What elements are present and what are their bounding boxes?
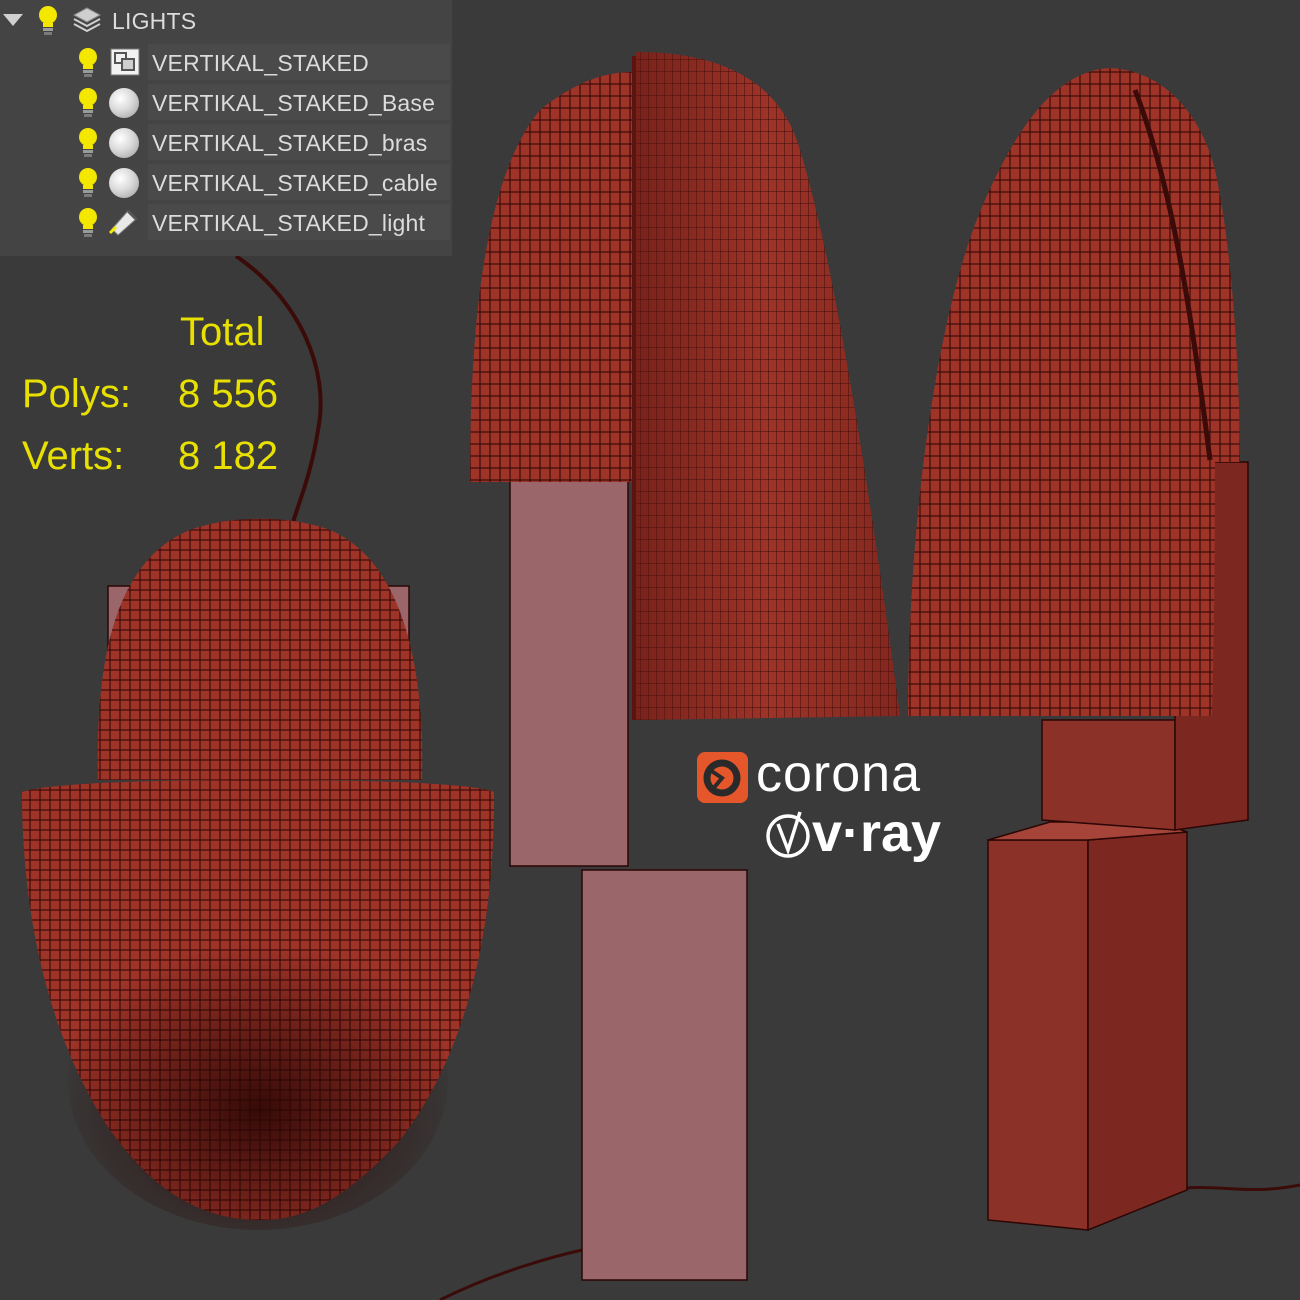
lightbulb-icon[interactable] bbox=[76, 206, 100, 238]
base-block-upper-front bbox=[509, 479, 629, 867]
explorer-item-vertikal-staked-cable[interactable]: VERTIKAL_STAKED_cable bbox=[0, 162, 452, 202]
vray-logo bbox=[766, 811, 810, 858]
lamp-front-view[interactable] bbox=[470, 52, 900, 1281]
sphere-icon bbox=[109, 88, 139, 118]
lamp-perspective-view[interactable] bbox=[908, 68, 1249, 1232]
layers-icon bbox=[72, 7, 102, 33]
base-lower-front-face bbox=[987, 839, 1089, 1231]
item-label: VERTIKAL_STAKED bbox=[152, 50, 369, 76]
sphere-icon bbox=[109, 168, 139, 198]
verts-label: Verts: bbox=[22, 434, 125, 478]
lightbulb-icon[interactable] bbox=[76, 126, 100, 158]
layer-label: LIGHTS bbox=[112, 8, 197, 34]
cable-bottom-right bbox=[1186, 1183, 1300, 1192]
vray-logo-text: v·ray bbox=[812, 803, 942, 863]
explorer-item-vertikal-staked-light[interactable]: VERTIKAL_STAKED_light bbox=[0, 202, 452, 242]
item-label: VERTIKAL_STAKED_bras bbox=[152, 130, 428, 156]
cable-bottom-left bbox=[439, 1248, 583, 1300]
item-label: VERTIKAL_STAKED_cable bbox=[152, 170, 438, 196]
group-icon bbox=[110, 48, 140, 76]
chevron-down-icon[interactable] bbox=[2, 12, 24, 28]
lightbulb-icon[interactable] bbox=[36, 4, 60, 36]
lightbulb-icon[interactable] bbox=[76, 46, 100, 78]
polys-value: 8 556 bbox=[178, 372, 279, 416]
lightbulb-icon[interactable] bbox=[76, 86, 100, 118]
corona-logo bbox=[697, 752, 748, 803]
explorer-item-vertikal-staked-bras[interactable]: VERTIKAL_STAKED_bras bbox=[0, 122, 452, 162]
base-lower-side-face bbox=[1087, 831, 1188, 1232]
lamp-top-view[interactable] bbox=[22, 518, 495, 1230]
item-label: VERTIKAL_STAKED_light bbox=[152, 210, 426, 236]
spotlight-icon bbox=[108, 209, 138, 236]
base-upper-front-face bbox=[1041, 719, 1176, 831]
item-label: VERTIKAL_STAKED_Base bbox=[152, 90, 436, 116]
explorer-item-vertikal-staked[interactable]: VERTIKAL_STAKED bbox=[0, 42, 452, 82]
polys-label: Polys: bbox=[22, 372, 131, 416]
sphere-icon bbox=[109, 128, 139, 158]
explorer-item-vertikal-staked-base[interactable]: VERTIKAL_STAKED_Base bbox=[0, 82, 452, 122]
scene-explorer: LIGHTS VERTIKAL_STAKED VERTIKAL_STAKED_B… bbox=[0, 0, 452, 256]
layer-row-lights[interactable]: LIGHTS bbox=[0, 0, 452, 40]
lightbulb-icon[interactable] bbox=[76, 166, 100, 198]
base-block-lower-front bbox=[581, 869, 748, 1281]
verts-value: 8 182 bbox=[178, 434, 279, 478]
corona-logo-text: corona bbox=[756, 745, 921, 803]
stats-header: Total bbox=[180, 310, 265, 354]
